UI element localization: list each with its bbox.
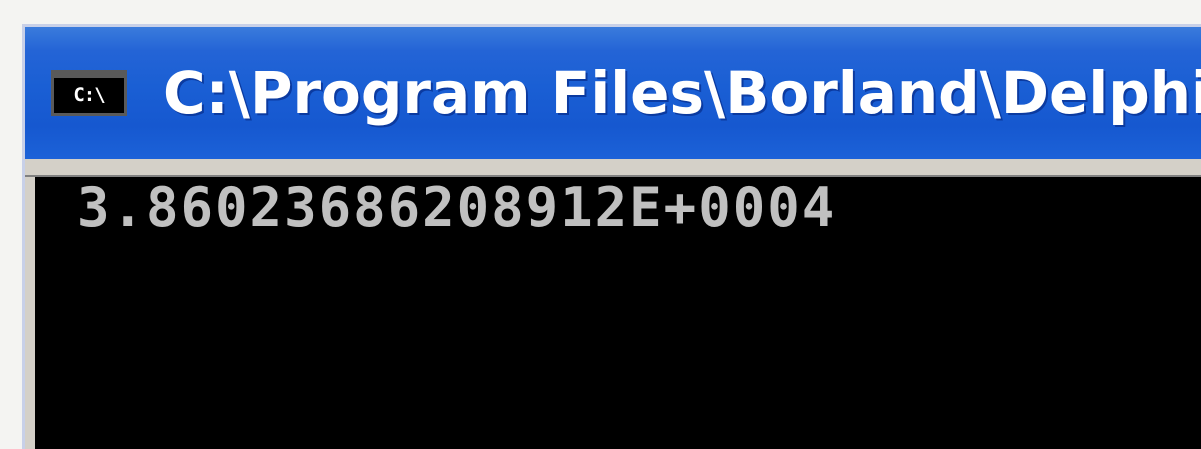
icon-text: C:\ <box>73 84 105 106</box>
command-prompt-icon[interactable]: C:\ <box>51 70 127 116</box>
console-output-area[interactable]: 3.86023686208912E+0004 <box>25 177 1201 449</box>
window-title: C:\Program Files\Borland\Delphi <box>163 59 1201 127</box>
title-bar[interactable]: C:\ C:\Program Files\Borland\Delphi <box>25 27 1201 159</box>
console-line: 3.86023686208912E+0004 <box>77 176 837 239</box>
console-window[interactable]: C:\ C:\Program Files\Borland\Delphi 3.86… <box>22 24 1201 449</box>
window-frame <box>25 159 1201 177</box>
